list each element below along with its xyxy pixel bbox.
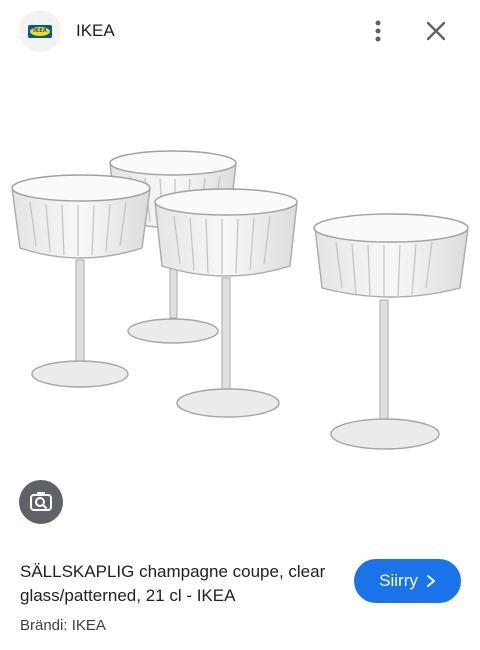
more-vert-icon[interactable]	[364, 17, 392, 45]
ikea-logo-icon: IKEA	[28, 24, 52, 38]
site-logo: IKEA	[19, 10, 61, 52]
chevron-right-icon	[426, 575, 435, 587]
site-name: IKEA	[76, 21, 115, 40]
glass-right	[313, 213, 469, 450]
google-lens-icon	[30, 492, 52, 511]
close-icon[interactable]	[422, 17, 450, 45]
visit-button-label: Siirry	[379, 571, 418, 590]
app-header: IKEA IKEA	[0, 0, 480, 62]
lens-search-button[interactable]	[19, 480, 63, 524]
visit-button[interactable]: Siirry	[354, 559, 461, 603]
glass-left	[11, 174, 151, 388]
product-brand: Brändi: IKEA	[20, 617, 106, 634]
product-image[interactable]	[0, 138, 480, 458]
product-title[interactable]: SÄLLSKAPLIG champagne coupe, clear glass…	[20, 560, 340, 608]
logo-text: IKEA	[33, 28, 47, 34]
